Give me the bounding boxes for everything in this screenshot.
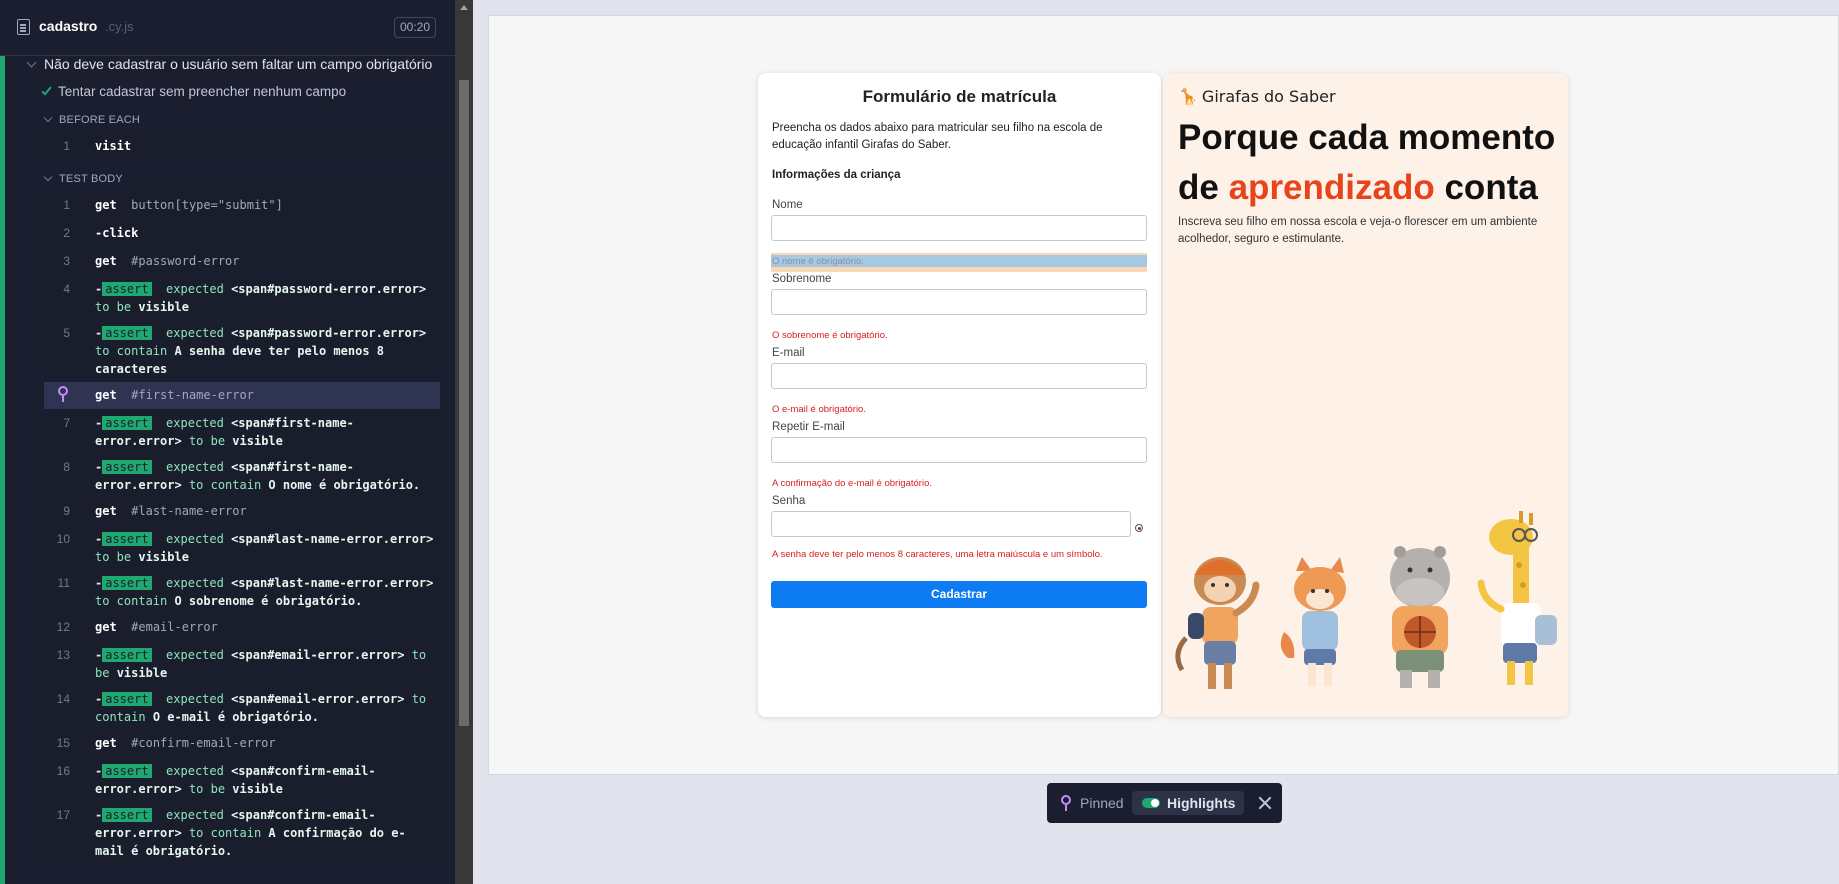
assert-badge: assert	[102, 416, 152, 430]
assert-badge: assert	[102, 576, 152, 590]
test-title[interactable]: Tentar cadastrar sem preencher nenhum ca…	[41, 84, 346, 99]
scrollbar-thumb[interactable]	[459, 80, 469, 726]
assert-badge: assert	[102, 692, 152, 706]
assert-row[interactable]: 13 - assert expected <span#email-error.er…	[44, 646, 440, 682]
assert-badge: assert	[102, 764, 152, 778]
assert-row[interactable]: 8 - assert expected <span#first-name-erro…	[44, 458, 440, 494]
command-row-pinned[interactable]: get #first-name-error	[44, 382, 440, 409]
giraffe-illustration	[1477, 511, 1557, 685]
password-input[interactable]	[771, 511, 1131, 537]
suite-title[interactable]: Não deve cadastrar o usuário sem faltar …	[26, 56, 432, 72]
assert-row[interactable]: 4 - assert expected <span#password-error.…	[44, 280, 440, 316]
file-icon	[17, 19, 30, 35]
pin-icon	[58, 386, 68, 402]
hero-subtitle: Inscreva seu filho em nossa escola e vej…	[1178, 216, 1538, 245]
enrollment-form-card: Formulário de matrícula Preencha os dado…	[758, 73, 1161, 717]
assert-row[interactable]: 14 - assert expected <span#email-error.er…	[44, 690, 440, 726]
command-log-panel: cadastro .cy.js 00:20 Não deve cadastrar…	[0, 0, 455, 884]
assert-badge: assert	[102, 326, 152, 340]
pin-icon	[1061, 795, 1071, 805]
assert-badge: assert	[102, 532, 152, 546]
fox-illustration	[1280, 557, 1346, 687]
confirm-email-input[interactable]	[771, 437, 1147, 463]
confirm-email-label: Repetir E-mail	[772, 421, 845, 433]
highlights-label: Highlights	[1167, 795, 1236, 811]
chevron-down-icon	[43, 113, 53, 123]
first-name-error: O nome é obrigatório.	[772, 256, 864, 267]
assert-badge: assert	[102, 648, 152, 662]
assert-row[interactable]: 5 - assert expected <span#password-error.…	[44, 324, 440, 378]
email-error: O e-mail é obrigatório.	[772, 404, 866, 415]
assert-row[interactable]: 16 - assert expected <span#confirm-email-…	[44, 762, 440, 798]
password-label: Senha	[772, 495, 806, 507]
pinned-label: Pinned	[1080, 795, 1124, 811]
before-each-hook[interactable]: BEFORE EACH	[43, 113, 140, 126]
monkey-illustration	[1175, 557, 1260, 689]
confirm-email-error: A confirmação do e-mail é obrigatório.	[772, 478, 932, 489]
spec-header: cadastro .cy.js 00:20	[0, 0, 455, 56]
email-label: E-mail	[772, 347, 805, 359]
form-title: Formulário de matrícula	[862, 87, 1057, 106]
assert-badge: assert	[102, 808, 152, 822]
highlights-toggle[interactable]: Highlights	[1132, 791, 1244, 815]
brand[interactable]: 🦒 Girafas do Saber	[1178, 87, 1336, 106]
last-name-label: Sobrenome	[772, 273, 832, 285]
close-icon[interactable]	[1257, 795, 1273, 811]
chevron-down-icon	[26, 57, 37, 68]
pinned-toolbar: Pinned Highlights	[1047, 783, 1282, 823]
giraffe-logo-icon: 🦒	[1178, 87, 1198, 106]
assert-badge: assert	[102, 282, 152, 296]
toggle-password-icon[interactable]	[1135, 524, 1143, 532]
toggle-switch[interactable]	[1142, 798, 1160, 808]
last-name-error: O sobrenome é obrigatório.	[772, 330, 888, 341]
submit-button[interactable]: Cadastrar	[771, 581, 1147, 608]
pin-stem	[1065, 805, 1067, 811]
pass-status-bar	[0, 56, 5, 884]
spec-name[interactable]: cadastro	[39, 18, 97, 34]
chevron-down-icon	[43, 172, 53, 182]
assert-row[interactable]: 10 - assert expected <span#last-name-erro…	[44, 530, 440, 566]
assert-badge: assert	[102, 460, 152, 474]
hippo-illustration	[1390, 546, 1450, 688]
assert-row[interactable]: 17 - assert expected <span#confirm-email-…	[44, 806, 440, 860]
hero-card: 🦒 Girafas do Saber Porque cada momento de…	[1163, 73, 1568, 717]
assert-row[interactable]: 7 - assert expected <span#first-name-erro…	[44, 414, 440, 450]
hero-title: Porque cada momento de aprendizado conta	[1178, 118, 1556, 207]
test-body-hook[interactable]: TEST BODY	[43, 172, 123, 185]
check-icon	[41, 84, 52, 96]
scroll-up-arrow-icon[interactable]	[460, 5, 468, 10]
password-error: A senha deve ter pelo menos 8 caracteres…	[772, 549, 1103, 560]
assert-row[interactable]: 11 - assert expected <span#last-name-erro…	[44, 574, 440, 610]
form-intro: Preencha os dados abaixo para matricular…	[772, 122, 1103, 151]
last-name-input[interactable]	[771, 289, 1147, 315]
spec-duration: 00:20	[393, 17, 436, 38]
spec-extension: .cy.js	[105, 19, 134, 34]
first-name-input[interactable]	[771, 215, 1147, 241]
first-name-label: Nome	[772, 199, 803, 211]
section-heading: Informações da criança	[772, 169, 901, 181]
email-input[interactable]	[771, 363, 1147, 389]
